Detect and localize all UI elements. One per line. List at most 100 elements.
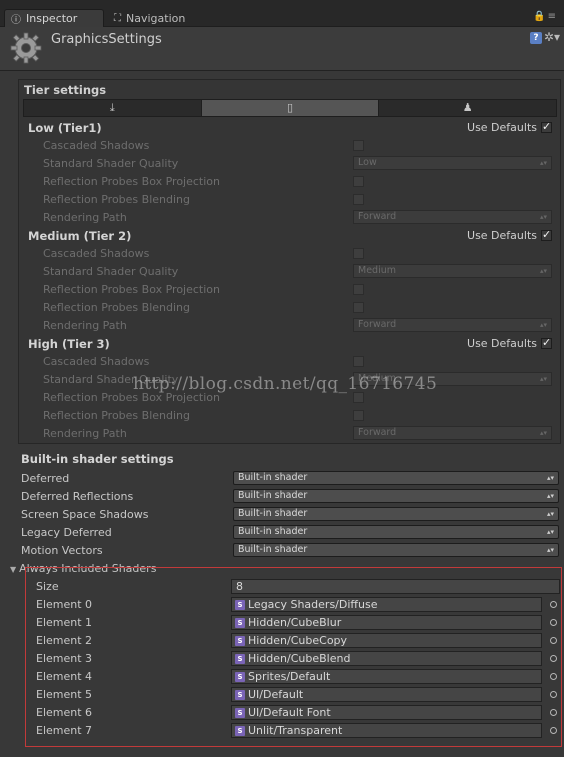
element-label: Element 0 bbox=[36, 598, 93, 611]
box-projection-label: Reflection Probes Box Projection bbox=[43, 391, 220, 404]
shader-icon: S bbox=[235, 672, 245, 682]
shader-quality-label: Standard Shader Quality bbox=[43, 265, 179, 278]
deferred-label: Deferred bbox=[21, 472, 70, 485]
probes-blending-checkbox[interactable] bbox=[353, 410, 364, 421]
probes-blending-label: Reflection Probes Blending bbox=[43, 409, 190, 422]
shader-quality-dropdown[interactable]: Medium ▴▾ bbox=[353, 264, 552, 278]
element-label: Element 6 bbox=[36, 706, 93, 719]
info-icon: ⓘ bbox=[11, 15, 21, 26]
shader-object-field[interactable]: S UI/Default Font bbox=[231, 705, 542, 720]
lock-icon[interactable]: 🔒 bbox=[533, 11, 547, 22]
box-projection-checkbox[interactable] bbox=[353, 392, 364, 403]
tier-high-title: High (Tier 3) bbox=[28, 337, 110, 351]
rendering-path-dropdown[interactable]: Forward ▴▾ bbox=[353, 210, 552, 224]
platform-android-button[interactable]: ♟ bbox=[379, 100, 557, 116]
use-defaults-checkbox[interactable] bbox=[541, 228, 552, 241]
header-title: GraphicsSettings bbox=[51, 32, 162, 47]
cascaded-shadows-checkbox[interactable] bbox=[353, 356, 364, 367]
shader-quality-label: Standard Shader Quality bbox=[43, 157, 179, 170]
element-label: Element 7 bbox=[36, 724, 93, 737]
deferred-reflections-label: Deferred Reflections bbox=[21, 490, 134, 503]
screen-space-shadows-dropdown[interactable]: Built-in shader ▴▾ bbox=[233, 507, 559, 521]
element-label: Element 4 bbox=[36, 670, 93, 683]
use-defaults-checkbox[interactable] bbox=[541, 336, 552, 349]
object-picker-icon[interactable] bbox=[550, 601, 557, 608]
shader-icon: S bbox=[235, 600, 245, 610]
cascaded-shadows-label: Cascaded Shadows bbox=[43, 247, 150, 260]
probes-blending-checkbox[interactable] bbox=[353, 302, 364, 313]
dropdown-arrow-icon: ▴▾ bbox=[539, 321, 547, 329]
box-projection-checkbox[interactable] bbox=[353, 176, 364, 187]
use-defaults-checkbox[interactable] bbox=[541, 120, 552, 133]
box-projection-checkbox[interactable] bbox=[353, 284, 364, 295]
shader-quality-dropdown[interactable]: Medium ▴▾ bbox=[353, 372, 552, 386]
shader-icon: S bbox=[235, 636, 245, 646]
legacy-deferred-label: Legacy Deferred bbox=[21, 526, 112, 539]
navigation-icon: ⛶ bbox=[114, 12, 121, 24]
shader-icon: S bbox=[235, 654, 245, 664]
probes-blending-label: Reflection Probes Blending bbox=[43, 301, 190, 314]
object-picker-icon[interactable] bbox=[550, 673, 557, 680]
tab-inspector[interactable]: ⓘ Inspector bbox=[4, 9, 104, 27]
shader-quality-dropdown[interactable]: Low ▴▾ bbox=[353, 156, 552, 170]
object-picker-icon[interactable] bbox=[550, 691, 557, 698]
dropdown-arrow-icon: ▴▾ bbox=[539, 159, 547, 167]
shader-object-field[interactable]: S Sprites/Default bbox=[231, 669, 542, 684]
tier-high-use-defaults[interactable]: Use Defaults bbox=[467, 336, 552, 350]
shader-icon: S bbox=[235, 618, 245, 628]
rendering-path-label: Rendering Path bbox=[43, 211, 127, 224]
shader-object-field[interactable]: S Hidden/CubeBlend bbox=[231, 651, 542, 666]
element-label: Element 2 bbox=[36, 634, 93, 647]
tier-medium-use-defaults[interactable]: Use Defaults bbox=[467, 228, 552, 242]
object-picker-icon[interactable] bbox=[550, 727, 557, 734]
window-menu[interactable]: 🔒≡ bbox=[533, 11, 558, 22]
shader-object-field[interactable]: S UI/Default bbox=[231, 687, 542, 702]
tier-low-use-defaults[interactable]: Use Defaults bbox=[467, 120, 552, 134]
object-picker-icon[interactable] bbox=[550, 655, 557, 662]
cascaded-shadows-label: Cascaded Shadows bbox=[43, 139, 150, 152]
object-picker-icon[interactable] bbox=[550, 709, 557, 716]
foldout-triangle-icon: ▼ bbox=[10, 565, 17, 574]
cascaded-shadows-checkbox[interactable] bbox=[353, 248, 364, 259]
builtin-shader-title: Built-in shader settings bbox=[21, 452, 174, 466]
tier-medium-title: Medium (Tier 2) bbox=[28, 229, 132, 243]
motion-vectors-dropdown[interactable]: Built-in shader ▴▾ bbox=[233, 543, 559, 557]
shader-quality-label: Standard Shader Quality bbox=[43, 373, 179, 386]
shader-object-field[interactable]: S Hidden/CubeBlur bbox=[231, 615, 542, 630]
dropdown-arrow-icon: ▴▾ bbox=[546, 546, 554, 554]
shader-object-field[interactable]: S Legacy Shaders/Diffuse bbox=[231, 597, 542, 612]
mobile-icon: ▯ bbox=[286, 101, 294, 114]
tab-navigation[interactable]: ⛶ Navigation bbox=[108, 9, 208, 27]
box-projection-label: Reflection Probes Box Projection bbox=[43, 175, 220, 188]
probes-blending-label: Reflection Probes Blending bbox=[43, 193, 190, 206]
size-label: Size bbox=[36, 580, 59, 593]
size-input[interactable]: 8 bbox=[231, 579, 560, 594]
dropdown-arrow-icon: ▴▾ bbox=[546, 528, 554, 536]
dropdown-arrow-icon: ▴▾ bbox=[539, 267, 547, 275]
rendering-path-label: Rendering Path bbox=[43, 427, 127, 440]
cascaded-shadows-label: Cascaded Shadows bbox=[43, 355, 150, 368]
deferred-dropdown[interactable]: Built-in shader ▴▾ bbox=[233, 471, 559, 485]
element-label: Element 5 bbox=[36, 688, 93, 701]
legacy-deferred-dropdown[interactable]: Built-in shader ▴▾ bbox=[233, 525, 559, 539]
settings-icon[interactable]: ✲▾ bbox=[544, 30, 560, 44]
probes-blending-checkbox[interactable] bbox=[353, 194, 364, 205]
object-picker-icon[interactable] bbox=[550, 637, 557, 644]
platform-ios-button[interactable]: ▯ bbox=[201, 100, 380, 116]
platform-toolbar: ⤓ ▯ ♟ bbox=[23, 99, 557, 117]
shader-object-field[interactable]: S Hidden/CubeCopy bbox=[231, 633, 542, 648]
tier-settings-title: Tier settings bbox=[24, 83, 107, 97]
platform-standalone-button[interactable]: ⤓ bbox=[24, 100, 202, 116]
rendering-path-dropdown[interactable]: Forward ▴▾ bbox=[353, 426, 552, 440]
dropdown-arrow-icon: ▴▾ bbox=[539, 375, 547, 383]
cascaded-shadows-checkbox[interactable] bbox=[353, 140, 364, 151]
help-icon[interactable]: ? bbox=[530, 32, 542, 44]
box-projection-label: Reflection Probes Box Projection bbox=[43, 283, 220, 296]
download-icon: ⤓ bbox=[109, 101, 115, 114]
shader-object-field[interactable]: S Unlit/Transparent bbox=[231, 723, 542, 738]
deferred-reflections-dropdown[interactable]: Built-in shader ▴▾ bbox=[233, 489, 559, 503]
shader-icon: S bbox=[235, 690, 245, 700]
menu-icon[interactable]: ≡ bbox=[548, 11, 558, 22]
rendering-path-dropdown[interactable]: Forward ▴▾ bbox=[353, 318, 552, 332]
object-picker-icon[interactable] bbox=[550, 619, 557, 626]
